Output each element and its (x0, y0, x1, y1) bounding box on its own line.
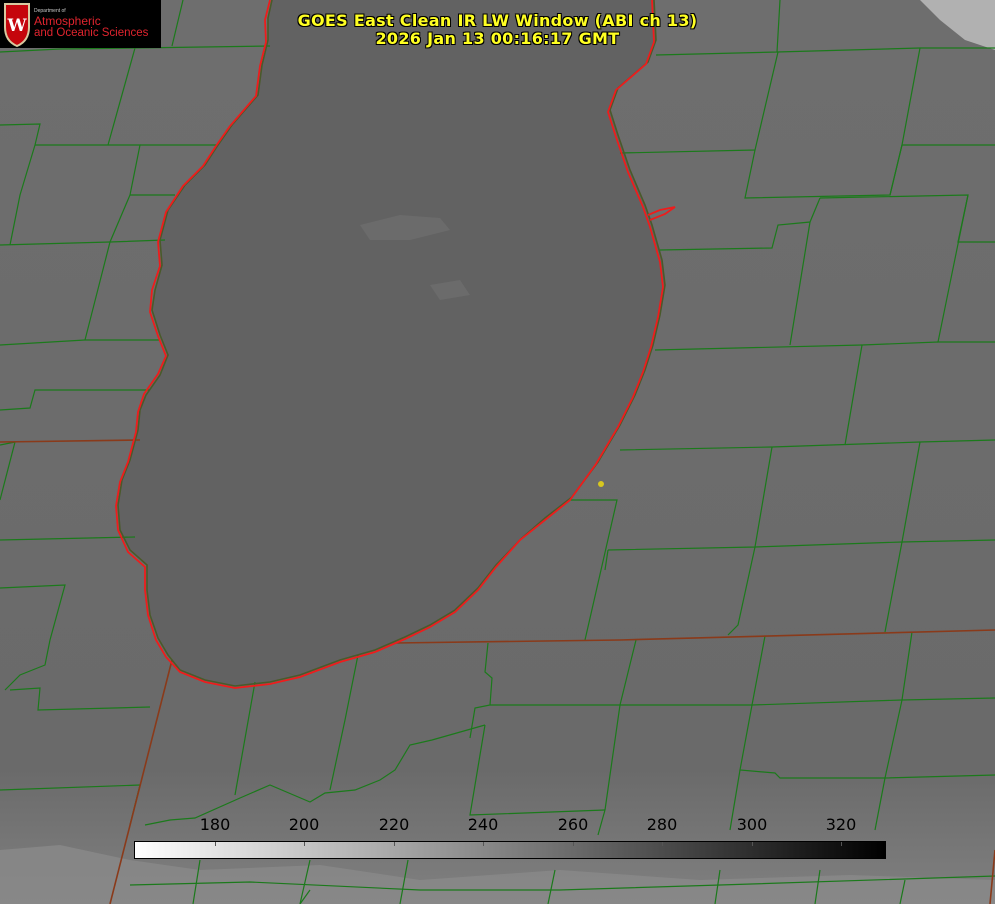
colorbar-tick-label: 180 (199, 815, 231, 834)
image-timestamp: 2026 Jan 13 00:16:17 GMT (375, 29, 620, 48)
colorbar-tick (752, 842, 753, 846)
colorbar-tick-label: 300 (736, 815, 768, 834)
colorbar-tick-label: 260 (557, 815, 589, 834)
satellite-image-viewer: W Department of Atmospheric and Oceanic … (0, 0, 995, 904)
colorbar-tick (662, 842, 663, 846)
colorbar-tick (573, 842, 574, 846)
colorbar-tick (215, 842, 216, 846)
colorbar-tick (841, 842, 842, 846)
colorbar-tick-label: 320 (825, 815, 857, 834)
image-title: GOES East Clean IR LW Window (ABI ch 13) (297, 11, 698, 30)
colorbar-tick-label: 220 (378, 815, 410, 834)
satellite-map (0, 0, 995, 904)
colorbar-tick (394, 842, 395, 846)
colorbar-tick-label: 280 (646, 815, 678, 834)
city-marker (598, 481, 604, 487)
colorbar-tick-label: 200 (288, 815, 320, 834)
colorbar-tick (304, 842, 305, 846)
temperature-colorbar (134, 841, 886, 859)
colorbar-tick (483, 842, 484, 846)
colorbar-tick-label: 240 (467, 815, 499, 834)
